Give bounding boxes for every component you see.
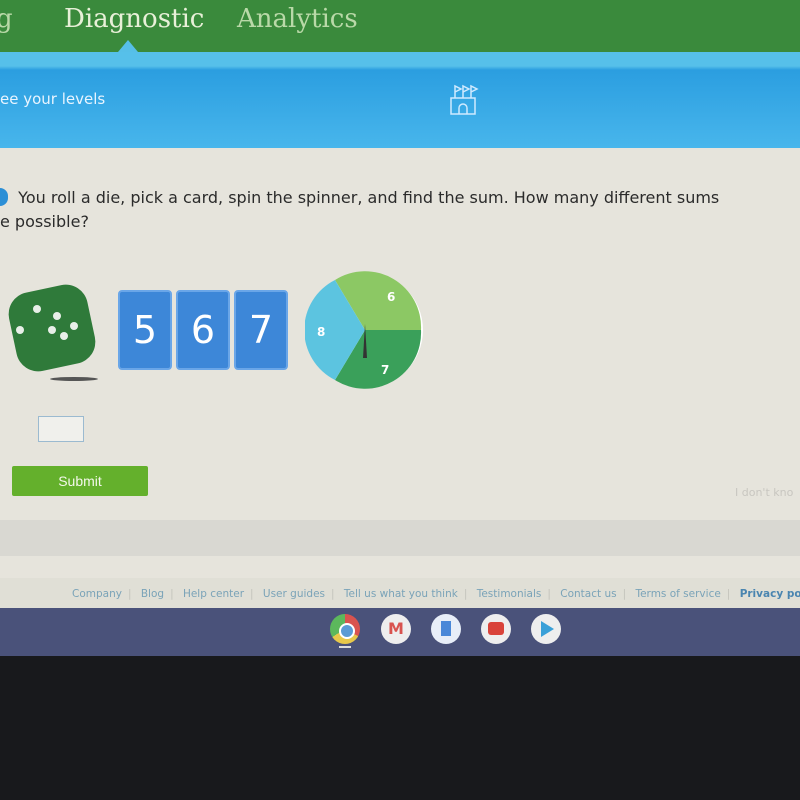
- screen-bezel: [0, 656, 800, 800]
- top-nav: g Diagnostic Analytics: [0, 0, 800, 52]
- question-line1: You roll a die, pick a card, spin the sp…: [18, 188, 720, 207]
- question-marker: [0, 188, 8, 206]
- castle-icon: [450, 84, 479, 115]
- card-6: 6: [176, 290, 230, 370]
- footer-link-company[interactable]: Company: [72, 588, 122, 600]
- question-text: You roll a die, pick a card, spin the sp…: [0, 186, 790, 234]
- card-7: 7: [234, 290, 288, 370]
- docs-icon[interactable]: [431, 614, 461, 644]
- footer-link-blog[interactable]: Blog: [141, 588, 164, 600]
- footer-link-testimonials[interactable]: Testimonials: [477, 588, 542, 600]
- spinner-label-7: 7: [381, 363, 389, 377]
- card-5: 5: [118, 290, 172, 370]
- taskbar: M: [0, 608, 800, 656]
- active-tab-caret: [118, 40, 138, 52]
- submit-button[interactable]: Submit: [12, 466, 148, 496]
- footer-link-privacy[interactable]: Privacy policy: [740, 588, 800, 600]
- spinner: 6 7 8: [305, 271, 423, 389]
- youtube-icon[interactable]: [481, 614, 511, 644]
- footer: Company | Blog | Help center | User guides |…: [0, 578, 800, 608]
- footer-link-contact[interactable]: Contact us: [560, 588, 616, 600]
- dont-know-link[interactable]: I don't kno: [735, 486, 793, 499]
- spinner-label-6: 6: [387, 290, 395, 304]
- gmail-icon[interactable]: M: [381, 614, 411, 644]
- question-area: You roll a die, pick a card, spin the sp…: [0, 148, 800, 578]
- answer-input[interactable]: [38, 416, 84, 442]
- footer-link-feedback[interactable]: Tell us what you think: [344, 588, 458, 600]
- footer-link-guides[interactable]: User guides: [263, 588, 325, 600]
- tab-diagnostic[interactable]: Diagnostic: [64, 4, 204, 34]
- footer-link-help[interactable]: Help center: [183, 588, 244, 600]
- see-levels-link[interactable]: ee your levels: [0, 90, 105, 108]
- play-store-icon[interactable]: [531, 614, 561, 644]
- chrome-icon[interactable]: [330, 614, 360, 644]
- tab-learning[interactable]: g: [0, 4, 13, 34]
- tab-analytics[interactable]: Analytics: [237, 4, 358, 34]
- die-icon: [8, 284, 98, 381]
- active-app-indicator: [339, 646, 351, 648]
- footer-link-terms[interactable]: Terms of service: [635, 588, 720, 600]
- question-line2: e possible?: [0, 212, 89, 231]
- divider-strip: [0, 520, 800, 556]
- levels-banner: ee your levels: [0, 52, 800, 148]
- spinner-label-8: 8: [317, 325, 325, 339]
